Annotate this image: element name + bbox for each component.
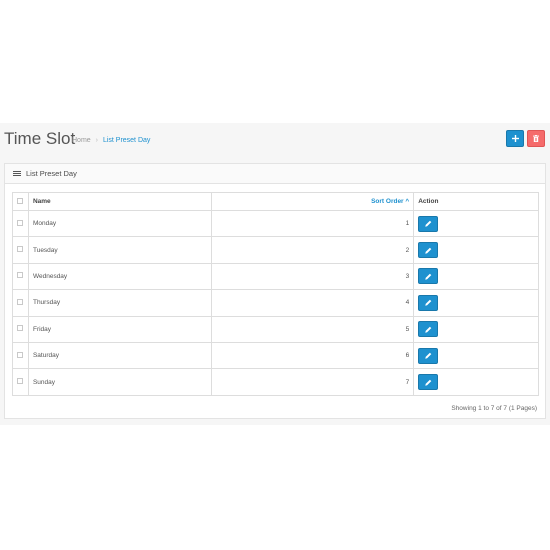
pencil-icon [425, 326, 432, 333]
row-checkbox[interactable] [17, 219, 24, 226]
row-checkbox[interactable] [17, 378, 24, 385]
breadcrumb-home-link[interactable]: Home [72, 137, 91, 144]
day-name: Sunday [27, 368, 212, 396]
row-check-cell [12, 289, 29, 317]
pencil-icon [425, 352, 432, 359]
table-row: Thursday 4 [12, 289, 539, 317]
pencil-icon [425, 300, 432, 307]
action-cell [413, 262, 539, 291]
table-row: Tuesday 2 [12, 236, 539, 264]
row-check-cell [12, 341, 29, 370]
breadcrumb: Home › List Preset Day [72, 137, 150, 144]
sort-caret-icon: ^ [405, 198, 410, 205]
table-row: Wednesday 3 [12, 262, 539, 291]
pencil-icon [425, 379, 432, 386]
pencil-icon [425, 273, 432, 280]
row-checkbox[interactable] [17, 325, 24, 332]
page-header: Time Slot Home › List Preset Day [0, 123, 550, 158]
breadcrumb-separator: › [95, 137, 98, 144]
sort-order-value: 6 [210, 341, 415, 370]
edit-button[interactable] [418, 294, 439, 311]
day-name: Thursday [27, 289, 212, 317]
row-check-cell [12, 262, 29, 291]
page-title: Time Slot [4, 129, 76, 148]
add-button[interactable] [506, 130, 524, 147]
row-checkbox[interactable] [17, 272, 24, 279]
action-cell [413, 341, 539, 370]
action-cell [413, 236, 539, 264]
row-checkbox[interactable] [17, 351, 24, 358]
column-header-name[interactable]: Name [27, 192, 212, 211]
row-checkbox[interactable] [17, 298, 24, 305]
row-check-cell [12, 209, 29, 238]
select-all-cell [12, 192, 29, 211]
table-row: Friday 5 [12, 315, 539, 343]
sort-order-value: 4 [210, 289, 415, 317]
table-row: Sunday 7 [12, 368, 539, 396]
day-name: Friday [27, 315, 212, 343]
column-header-action: Action [413, 192, 539, 211]
pencil-icon [425, 247, 432, 254]
edit-button[interactable] [418, 215, 439, 232]
edit-button[interactable] [418, 321, 439, 338]
row-checkbox[interactable] [17, 246, 24, 253]
list-panel: List Preset Day Name Sort Order ^ Action… [4, 163, 546, 419]
delete-button[interactable] [527, 130, 545, 147]
breadcrumb-current-link[interactable]: List Preset Day [103, 137, 150, 144]
preset-day-table: Name Sort Order ^ Action Monday 1 Tuesda… [12, 192, 539, 396]
table-header-row: Name Sort Order ^ Action [12, 192, 539, 211]
column-header-sort-order[interactable]: Sort Order ^ [210, 192, 415, 211]
edit-button[interactable] [418, 347, 439, 364]
sort-order-value: 1 [210, 209, 415, 238]
panel-heading-title: List Preset Day [26, 169, 77, 178]
row-check-cell [12, 236, 29, 264]
sort-order-value: 5 [210, 315, 415, 343]
sort-order-value: 7 [210, 368, 415, 396]
row-check-cell [12, 315, 29, 343]
sort-order-value: 2 [210, 236, 415, 264]
sort-order-value: 3 [210, 262, 415, 291]
table-row: Saturday 6 [12, 341, 539, 370]
edit-button[interactable] [418, 268, 439, 285]
pencil-icon [425, 220, 432, 227]
plus-icon [511, 135, 519, 142]
row-check-cell [12, 368, 29, 396]
edit-button[interactable] [418, 242, 439, 259]
select-all-checkbox[interactable] [17, 197, 24, 204]
day-name: Wednesday [27, 262, 212, 291]
trash-icon [533, 135, 539, 142]
action-cell [413, 209, 539, 238]
action-cell [413, 289, 539, 317]
table-row: Monday 1 [12, 209, 539, 238]
day-name: Tuesday [27, 236, 212, 264]
sort-order-label[interactable]: Sort Order [371, 198, 404, 205]
action-cell [413, 315, 539, 343]
action-cell [413, 368, 539, 396]
panel-heading: List Preset Day [5, 164, 545, 184]
pagination-summary: Showing 1 to 7 of 7 (1 Pages) [451, 405, 537, 412]
day-name: Saturday [27, 341, 212, 370]
day-name: Monday [27, 209, 212, 238]
edit-button[interactable] [418, 374, 439, 391]
list-icon [13, 170, 21, 177]
